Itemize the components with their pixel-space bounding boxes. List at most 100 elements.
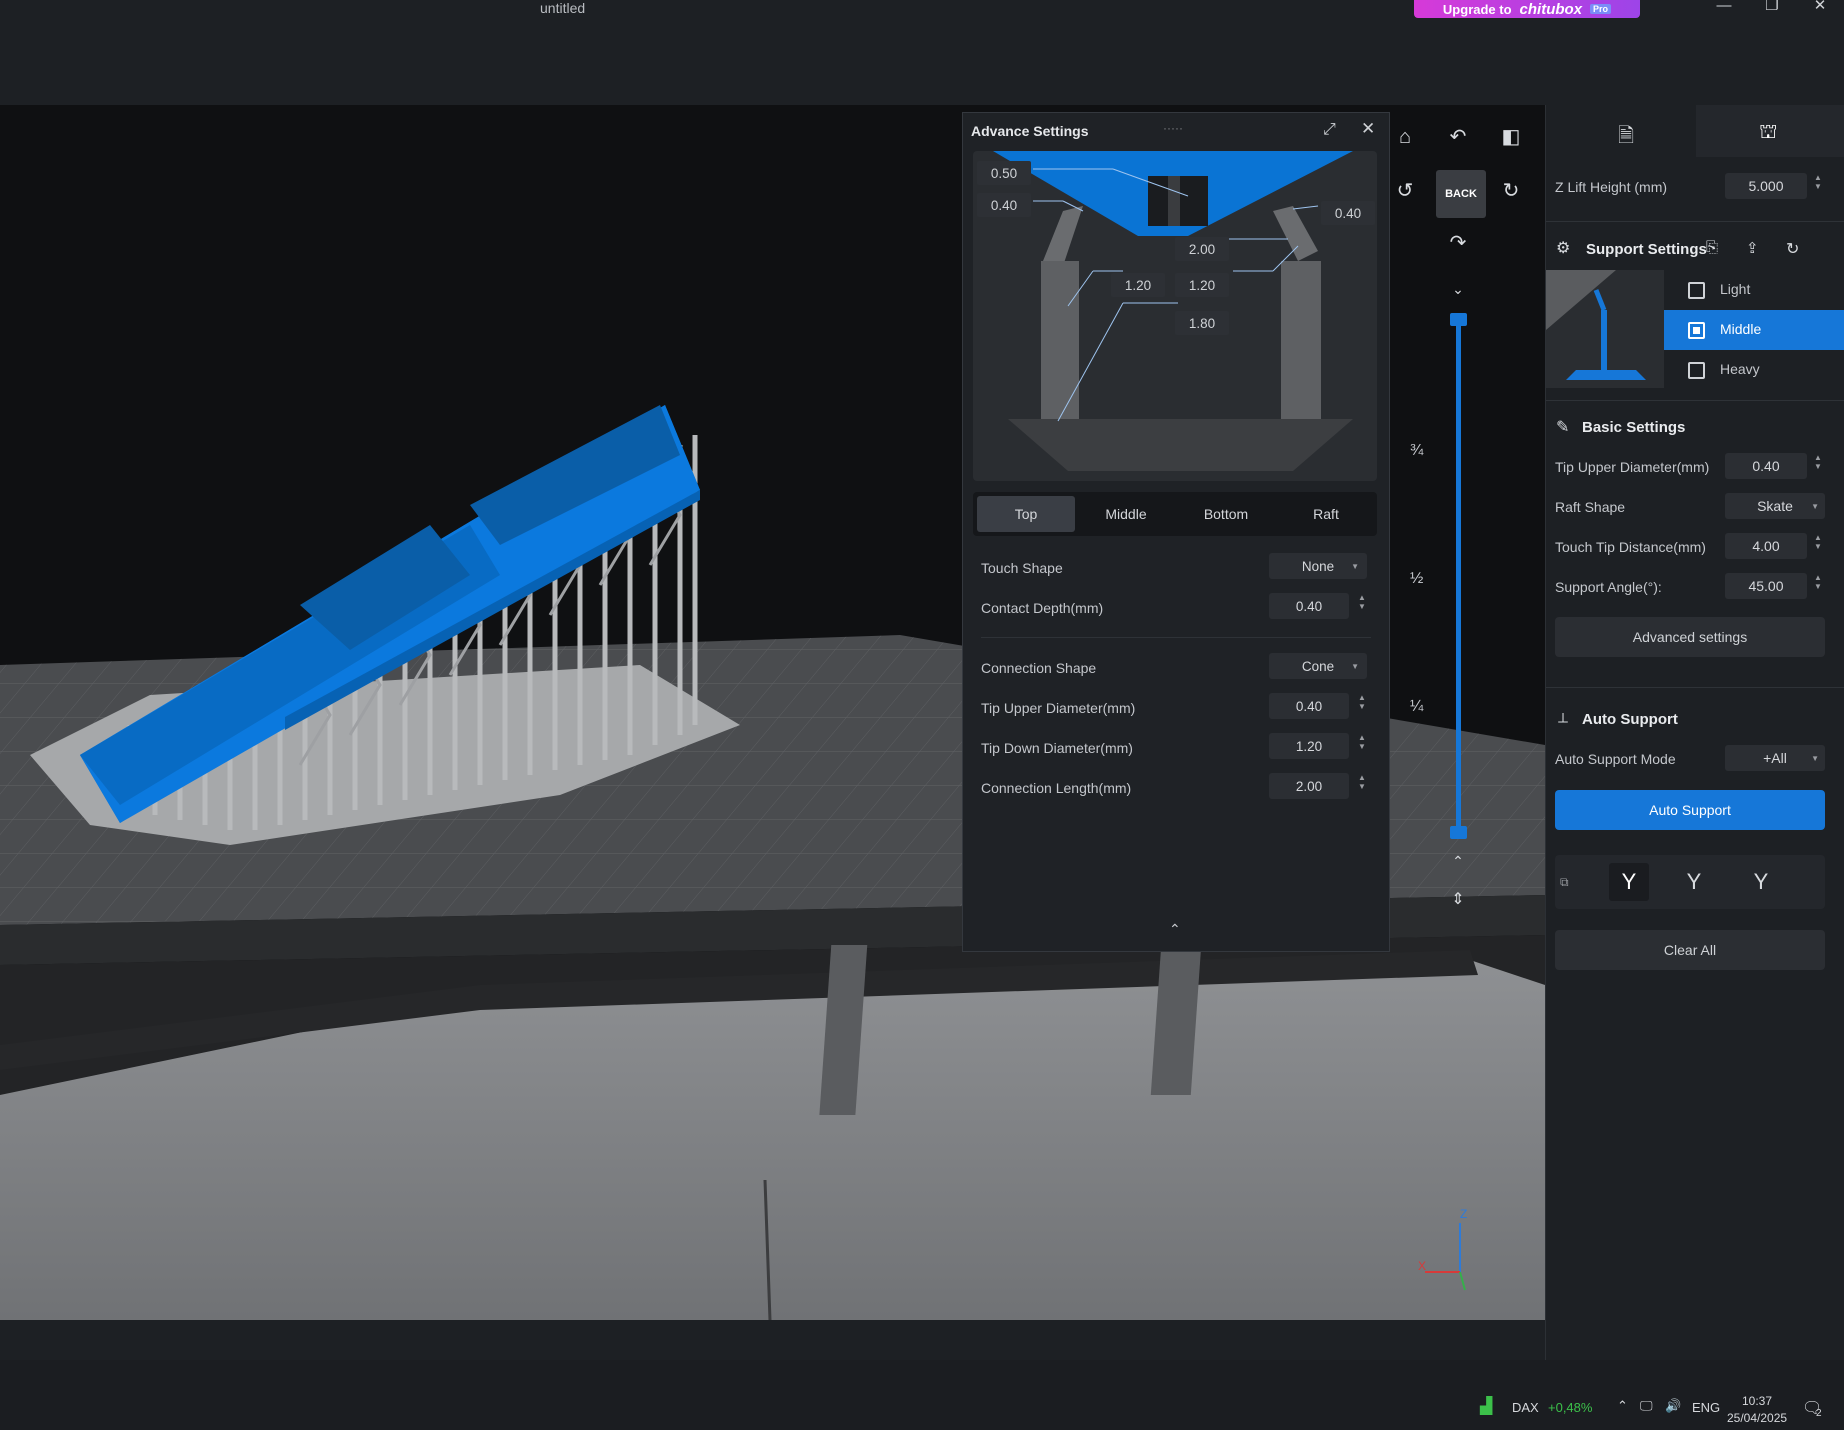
language-indicator[interactable]: ENG [1692, 1400, 1720, 1415]
export-preset-icon[interactable]: ⇪ [1746, 239, 1759, 257]
magic-wand-icon: ✎ [1556, 419, 1570, 436]
layer-slider-top-handle[interactable] [1450, 313, 1467, 326]
layer-slider-track[interactable] [1456, 315, 1461, 835]
touch-tip-input[interactable]: 4.00 [1725, 533, 1807, 559]
advanced-settings-button[interactable]: Advanced settings [1555, 617, 1825, 657]
rotate-left-icon[interactable]: ↺ [1390, 176, 1420, 206]
chitubox-logo: chitubox [1519, 0, 1583, 18]
clear-all-button[interactable]: Clear All [1555, 930, 1825, 970]
stock-ticker[interactable]: DAX [1512, 1400, 1539, 1415]
expand-icon[interactable]: ⤢ [1323, 121, 1336, 139]
preset-thumbnail [1546, 270, 1664, 388]
touch-tip-stepper[interactable]: ▲ ▼ [1811, 533, 1825, 559]
touch-shape-label: Touch Shape [981, 560, 1063, 576]
tab-raft[interactable]: Raft [1277, 496, 1375, 532]
network-icon[interactable]: 🖵 [1640, 1398, 1653, 1414]
rotate-down-icon[interactable]: ↷ [1443, 228, 1473, 258]
connection-shape-select[interactable]: Cone ▼ [1269, 653, 1367, 679]
clock-time[interactable]: 10:37 [1742, 1394, 1772, 1408]
caret-down-icon: ▼ [1811, 501, 1819, 511]
chevron-up-icon[interactable]: ⌃ [1443, 846, 1473, 876]
layer-height-icon[interactable]: ⇕ [1443, 885, 1473, 915]
status-bar [0, 1320, 1545, 1360]
advance-settings-panel: Advance Settings ····· ⤢ ✕ 0.50 0.40 0.4… [962, 112, 1390, 952]
checkbox-light[interactable] [1688, 282, 1705, 299]
connection-length-stepper[interactable]: ▲ ▼ [1355, 773, 1369, 799]
collapse-chevron-icon[interactable]: ⌃ [1169, 921, 1181, 938]
section-divider [1546, 400, 1844, 401]
connection-shape-value: Cone [1301, 658, 1335, 674]
chevron-up-icon[interactable]: ⌃ [1617, 1398, 1628, 1414]
tab-top[interactable]: Top [977, 496, 1075, 532]
tip-upper-stepper[interactable]: ▲ ▼ [1811, 453, 1825, 479]
auto-support-mode-value: +All [1763, 750, 1787, 766]
close-window-button[interactable]: ✕ [1798, 0, 1842, 16]
dim-label-top-right: 0.40 [1321, 201, 1375, 225]
restore-button[interactable]: ❐ [1750, 0, 1794, 16]
clock-date[interactable]: 25/04/2025 [1727, 1411, 1787, 1425]
undo-view-icon[interactable]: ↶ [1443, 122, 1473, 152]
z-lift-input[interactable]: 5.000 [1725, 173, 1807, 199]
support-angle-input[interactable]: 45.00 [1725, 573, 1807, 599]
upgrade-button[interactable]: Upgrade to chitubox Pro [1414, 0, 1640, 18]
add-support-icon[interactable]: Y [1609, 863, 1649, 901]
layer-slider-bottom-handle[interactable] [1450, 826, 1467, 839]
pro-badge: Pro [1590, 4, 1612, 14]
close-icon[interactable]: ✕ [1361, 119, 1375, 139]
auto-support-title: Auto Support [1582, 711, 1678, 728]
tip-upper-stepper[interactable]: ▲ ▼ [1355, 693, 1369, 719]
contact-depth-stepper[interactable]: ▲ ▼ [1355, 593, 1369, 619]
chevron-down-icon[interactable]: ⌄ [1443, 274, 1473, 304]
support-angle-stepper[interactable]: ▲ ▼ [1811, 573, 1825, 599]
raft-shape-select[interactable]: Skate ▼ [1725, 493, 1825, 519]
expand-tools-icon[interactable]: ⧉ [1560, 875, 1569, 890]
connection-length-label: Connection Length(mm) [981, 780, 1132, 796]
z-lift-stepper[interactable]: ▲ ▼ [1811, 173, 1825, 199]
file-settings-icon[interactable]: 🗎 [1618, 121, 1634, 155]
tip-upper-input[interactable]: 0.40 [1269, 693, 1349, 719]
upgrade-prefix: Upgrade to [1442, 1, 1512, 17]
connection-length-input[interactable]: 2.00 [1269, 773, 1349, 799]
basic-settings-title: Basic Settings [1582, 419, 1686, 436]
home-view-icon[interactable]: ⌂ [1390, 122, 1420, 152]
tip-upper-label: Tip Upper Diameter(mm) [1555, 459, 1710, 475]
preset-heavy[interactable]: Heavy [1664, 350, 1844, 390]
stock-chart-icon: ▟ [1480, 1398, 1493, 1415]
touch-shape-select[interactable]: None ▼ [1269, 553, 1367, 579]
import-preset-icon[interactable]: ⎘ [1706, 239, 1718, 256]
auto-support-mode-label: Auto Support Mode [1555, 751, 1676, 767]
dim-label-mid-d: 1.80 [1175, 311, 1229, 335]
auto-support-button[interactable]: Auto Support [1555, 790, 1825, 830]
raft-shape-value: Skate [1757, 498, 1793, 514]
view-cube-back[interactable]: BACK [1436, 170, 1486, 218]
tab-middle[interactable]: Middle [1077, 496, 1175, 532]
stock-change: +0,48% [1548, 1400, 1593, 1415]
tip-down-input[interactable]: 1.20 [1269, 733, 1349, 759]
preset-middle[interactable]: Middle [1664, 310, 1844, 350]
tip-down-stepper[interactable]: ▲ ▼ [1355, 733, 1369, 759]
tab-bottom[interactable]: Bottom [1177, 496, 1275, 532]
edit-support-icon[interactable]: Y [1741, 863, 1781, 901]
minimize-button[interactable]: — [1702, 0, 1746, 16]
cube-view-icon[interactable]: ◧ [1496, 122, 1526, 152]
remove-support-icon[interactable]: Y [1674, 863, 1714, 901]
dim-label-top-a: 0.50 [977, 161, 1031, 185]
slider-tick-3-4: ¾ [1410, 442, 1424, 459]
drag-handle[interactable]: ····· [1163, 121, 1183, 135]
svg-text:X: X [1418, 1259, 1426, 1273]
windows-taskbar: ▟ DAX +0,48% ⌃ 🖵 🔊 ENG 10:37 25/04/2025 … [0, 1360, 1844, 1430]
tip-upper-label: Tip Upper Diameter(mm) [981, 700, 1136, 716]
checkbox-middle[interactable] [1688, 322, 1705, 339]
rotate-right-icon[interactable]: ↻ [1496, 176, 1526, 206]
caret-down-icon: ▼ [1351, 661, 1359, 671]
support-tool-icon[interactable]: ⛫ [1759, 121, 1777, 146]
volume-icon[interactable]: 🔊 [1665, 1398, 1681, 1414]
reset-icon[interactable]: ↻ [1786, 239, 1799, 259]
preset-light[interactable]: Light [1664, 270, 1844, 310]
caret-down-icon: ▼ [1351, 561, 1359, 571]
svg-text:Z: Z [1460, 1207, 1467, 1221]
tip-upper-input[interactable]: 0.40 [1725, 453, 1807, 479]
contact-depth-input[interactable]: 0.40 [1269, 593, 1349, 619]
checkbox-heavy[interactable] [1688, 362, 1705, 379]
auto-support-mode-select[interactable]: +All ▼ [1725, 745, 1825, 771]
